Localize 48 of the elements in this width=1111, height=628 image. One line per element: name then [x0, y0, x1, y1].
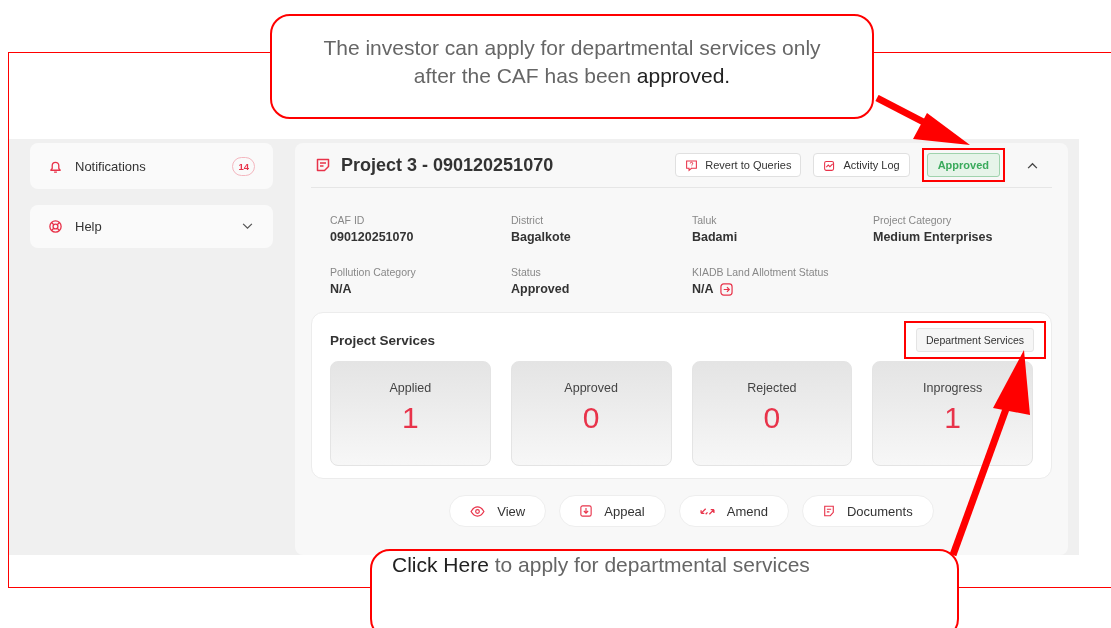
chevron-icon[interactable] [242, 223, 253, 230]
stat-label: Inprogress [923, 381, 983, 395]
field-value: 090120251070 [330, 230, 414, 244]
lifebuoy-icon [48, 219, 63, 234]
stat-value: 0 [763, 401, 781, 435]
field-label: Pollution Category [330, 266, 417, 278]
eye-icon [470, 505, 486, 517]
stat-value: 1 [944, 401, 961, 435]
field-label: Project Category [873, 214, 953, 226]
chart-icon [823, 158, 837, 172]
sidebar-label: Help [75, 219, 103, 234]
callout-text: The investor can apply for departmental services only after the CAF has been approved. [323, 36, 821, 87]
sidebar-item[interactable]: Help [30, 205, 273, 248]
stat-label: Approved [564, 381, 618, 395]
download-box-icon [580, 505, 593, 517]
sidebar-item[interactable]: Notifications 14 [30, 143, 273, 189]
field-label: Taluk [692, 214, 718, 226]
field-label: KIADB Land Allotment Status [692, 266, 830, 278]
sidebar-label: Notifications [75, 158, 147, 174]
stat-label: Rejected [747, 381, 797, 395]
arrow-box-icon[interactable] [719, 282, 733, 296]
field-label: CAF ID [330, 214, 366, 226]
question-bubble-icon [685, 158, 699, 172]
document-icon [315, 157, 331, 173]
status-badge: Approved [926, 153, 1000, 177]
project-title: Project 3 - 090120251070 [341, 154, 554, 176]
field-value: N/A [330, 282, 352, 296]
action-button[interactable]: Documents [801, 495, 934, 527]
action-button[interactable]: Appeal [559, 495, 666, 527]
field-value: Approved [511, 282, 570, 296]
department-services-button[interactable]: Department Services [915, 328, 1034, 352]
callout-text: Click Here to apply for departmental services [392, 553, 810, 576]
section-title: Project Services [330, 332, 436, 348]
action-button[interactable]: Amend [678, 495, 789, 527]
field-label: District [511, 214, 545, 226]
action-button[interactable]: View [449, 495, 547, 527]
header-button[interactable]: Revert to Queries [675, 153, 802, 177]
field-value: Bagalkote [511, 230, 571, 244]
field-value: Medium Enterprises [873, 230, 993, 244]
stat-label: Applied [389, 381, 432, 395]
chevron-icon[interactable] [1027, 161, 1038, 169]
field-label: Status [511, 266, 542, 278]
document-icon [822, 505, 835, 517]
header-button[interactable]: Activity Log [813, 153, 910, 177]
field-value: N/A [692, 282, 714, 296]
stat-value: 0 [582, 401, 600, 435]
stat-value: 1 [402, 401, 419, 435]
field-value: Badami [692, 230, 738, 244]
